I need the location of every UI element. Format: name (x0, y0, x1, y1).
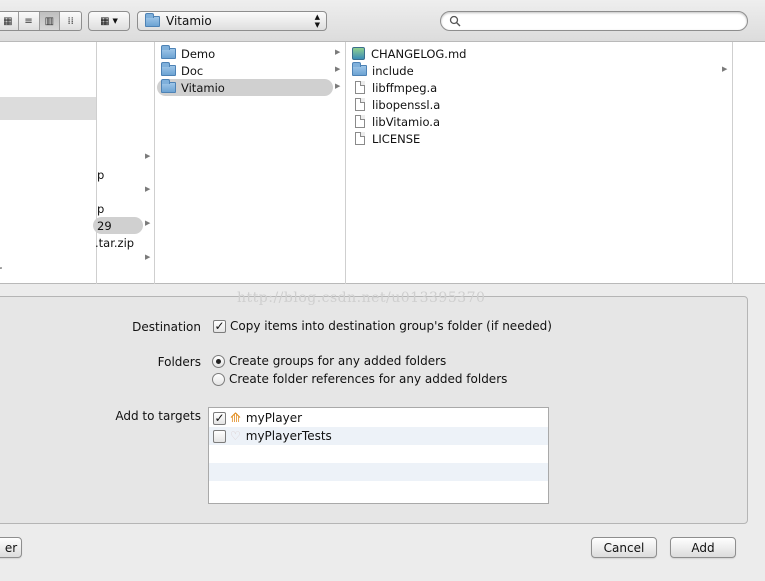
list-item-include[interactable]: include (352, 62, 414, 79)
list-item[interactable]: r (0, 261, 2, 278)
target-row-empty (209, 463, 548, 481)
refs-radio-label: Create folder references for any added f… (229, 372, 508, 386)
file-icon (355, 132, 365, 145)
chevron-down-icon: ▼ (112, 17, 118, 25)
disclosure-arrow-icon: ▶ (145, 152, 151, 160)
folder-icon (161, 62, 176, 76)
disclosure-arrow-icon: ▶ (335, 65, 341, 73)
destination-label: Destination (132, 320, 201, 334)
target-row-myplayer[interactable]: ✓ ⟰ myPlayer (209, 409, 548, 427)
list-item-libvitamio[interactable]: libVitamio.a (355, 113, 440, 130)
destination-checkbox[interactable]: ✓ (213, 319, 226, 333)
disclosure-arrow-icon: ▶ (145, 253, 151, 261)
folders-option-groups[interactable]: Create groups for any added folders (212, 354, 446, 368)
list-item-license[interactable]: LICENSE (355, 130, 420, 147)
list-item-doc[interactable]: Doc (161, 62, 203, 79)
sidebar-column[interactable] (0, 42, 97, 284)
icon-view-button[interactable]: ▦ (0, 12, 19, 30)
view-mode-segmented-control: ▦ ≡ ▥ ⁞⁞ (0, 11, 82, 31)
path-popup[interactable]: Vitamio ▲ ▼ (137, 11, 327, 31)
popup-arrows-icon: ▲ ▼ (314, 13, 320, 29)
list-item-libopenssl[interactable]: libopenssl.a (355, 96, 440, 113)
list-item-demo[interactable]: Demo (161, 45, 215, 62)
disclosure-arrow-icon: ▶ (722, 65, 728, 73)
column-view-icon: ▥ (44, 15, 55, 27)
column-3[interactable]: CHANGELOG.md include ▶ libffmpeg.a libop… (346, 42, 733, 284)
target-row-empty (209, 481, 548, 499)
target-row-empty (209, 445, 548, 463)
folder-icon (352, 62, 367, 76)
file-browser: p p 29 .tar.zip ▶ ▶ ▶ ▶ r Demo ▶ Doc ▶ V… (0, 42, 765, 284)
arrange-menu-button[interactable]: ▦ ▼ (88, 11, 130, 31)
add-button[interactable]: Add (670, 537, 736, 558)
folders-option-refs[interactable]: Create folder references for any added f… (212, 372, 507, 386)
disclosure-arrow-icon: ▶ (145, 219, 151, 227)
refs-radio[interactable] (212, 372, 225, 386)
file-icon (355, 98, 365, 111)
new-folder-button[interactable]: er (0, 537, 22, 558)
search-icon (449, 15, 461, 27)
list-item-changelog[interactable]: CHANGELOG.md (352, 45, 466, 62)
list-item[interactable]: p (97, 200, 104, 217)
targets-label: Add to targets (115, 409, 201, 423)
coverflow-view-icon: ⁞⁞ (67, 15, 74, 27)
column-2[interactable]: Demo ▶ Doc ▶ Vitamio ▶ (155, 42, 346, 284)
icon-view-icon: ▦ (3, 15, 13, 27)
folder-icon (161, 79, 176, 93)
column-view-button[interactable]: ▥ (39, 12, 61, 30)
folder-icon (145, 12, 160, 27)
list-item-vitamio[interactable]: Vitamio (157, 79, 333, 96)
list-item-selected[interactable]: 29 (93, 217, 143, 234)
target-checkbox[interactable]: ✓ (213, 411, 226, 425)
toolbar: ▦ ≡ ▥ ⁞⁞ ▦ ▼ Vitamio ▲ ▼ (0, 0, 765, 42)
disclosure-arrow-icon: ▶ (145, 185, 151, 193)
watermark-text: http://blog.csdn.net/u013395370 (237, 290, 486, 306)
list-view-icon: ≡ (24, 15, 33, 27)
destination-option-label: Copy items into destination group's fold… (230, 319, 552, 333)
column-1[interactable]: p p 29 .tar.zip ▶ ▶ ▶ ▶ (93, 42, 155, 284)
cancel-button[interactable]: Cancel (591, 537, 657, 558)
file-icon (355, 81, 365, 94)
target-checkbox[interactable] (213, 429, 226, 443)
destination-option[interactable]: ✓ Copy items into destination group's fo… (213, 319, 552, 333)
path-popup-label: Vitamio (166, 14, 212, 28)
coverflow-view-button[interactable]: ⁞⁞ (60, 12, 81, 30)
groups-radio[interactable] (212, 354, 225, 368)
disclosure-arrow-icon: ▶ (335, 48, 341, 56)
folder-icon (161, 45, 176, 59)
app-target-icon: ⟰ (230, 410, 241, 426)
groups-radio-label: Create groups for any added folders (229, 354, 447, 368)
targets-list[interactable]: ✓ ⟰ myPlayer ♡ myPlayerTests (208, 407, 549, 504)
list-view-button[interactable]: ≡ (19, 12, 40, 30)
disclosure-arrow-icon: ▶ (335, 82, 341, 90)
list-item[interactable]: .tar.zip (95, 234, 134, 251)
folders-label: Folders (157, 355, 201, 369)
file-icon (355, 115, 365, 128)
list-item-libffmpeg[interactable]: libffmpeg.a (355, 79, 437, 96)
search-field[interactable] (440, 11, 748, 31)
list-item[interactable]: p (97, 166, 104, 183)
test-bundle-icon: ♡ (230, 429, 241, 443)
markdown-file-icon (352, 47, 365, 60)
arrange-icon: ▦ (100, 15, 110, 27)
target-row-myplayertests[interactable]: ♡ myPlayerTests (209, 427, 548, 445)
sidebar-selected-row[interactable] (0, 97, 96, 120)
